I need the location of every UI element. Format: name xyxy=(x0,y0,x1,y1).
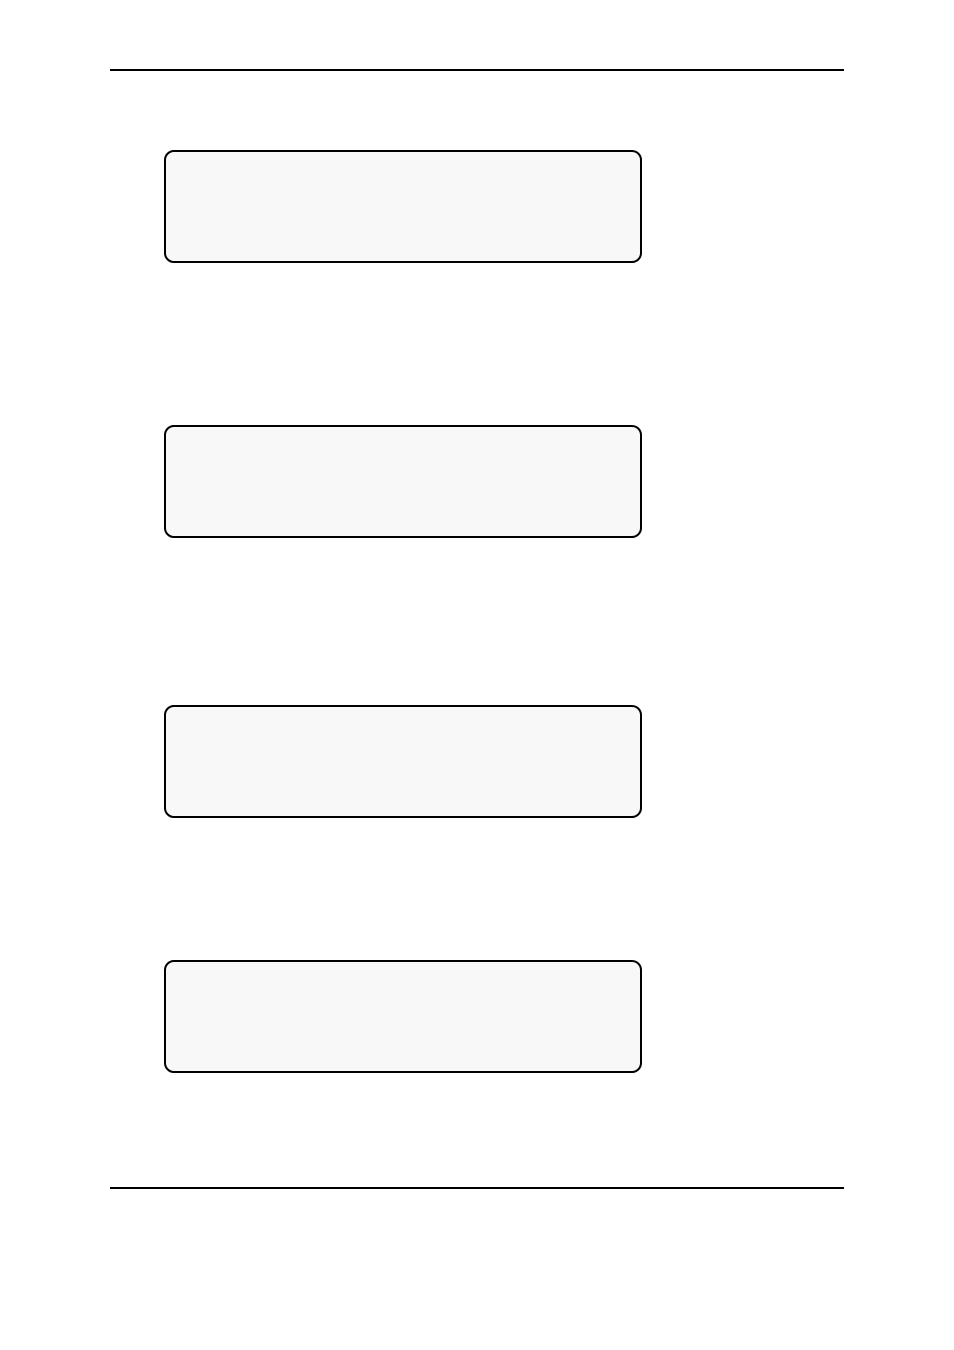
content-box-1 xyxy=(164,150,642,263)
content-box-2 xyxy=(164,425,642,538)
page xyxy=(0,0,954,1350)
header-rule xyxy=(110,69,844,71)
content-box-4 xyxy=(164,960,642,1073)
content-box-3 xyxy=(164,705,642,818)
footer-rule xyxy=(110,1187,844,1189)
